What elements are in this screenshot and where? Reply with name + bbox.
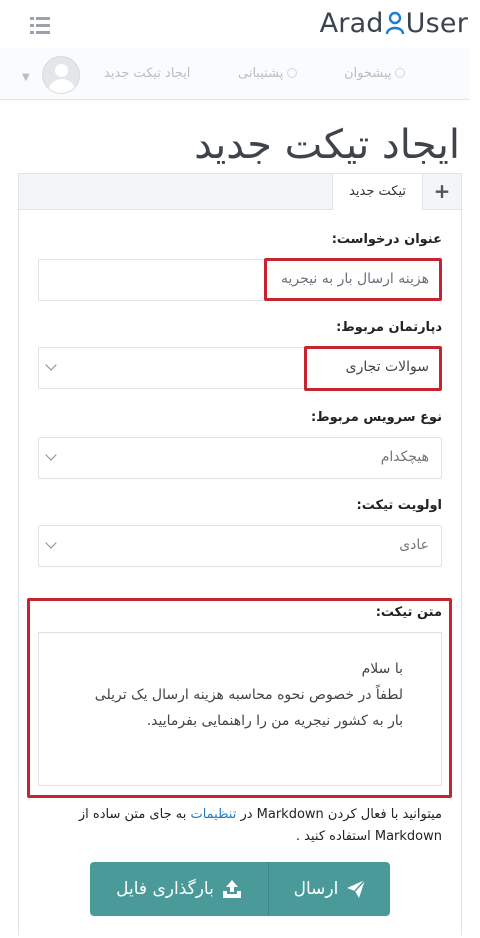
markdown-hint: میتوانید با فعال کردن Markdown در تنظیما… bbox=[32, 804, 442, 826]
chevron-down-icon bbox=[45, 359, 57, 371]
send-icon bbox=[347, 879, 366, 898]
priority-label: اولویت تیکت: bbox=[356, 498, 442, 513]
department-highlight bbox=[304, 346, 442, 391]
menu-icon[interactable] bbox=[30, 16, 50, 36]
service-select[interactable]: هیچکدام bbox=[38, 437, 442, 479]
user-icon bbox=[385, 11, 404, 35]
nav-item-dashboard[interactable]: پیشخوان bbox=[344, 66, 406, 81]
service-value: هیچکدام bbox=[380, 449, 429, 465]
subject-label: عنوان درخواست: bbox=[331, 232, 442, 247]
plus-icon[interactable]: + bbox=[423, 174, 461, 210]
nav-support-label: پشتیبانی bbox=[238, 66, 284, 81]
subject-highlight bbox=[264, 258, 442, 301]
send-button[interactable]: ارسال bbox=[270, 862, 390, 916]
hint-text-2: به جای متن ساده از bbox=[78, 807, 191, 822]
service-label: نوع سرویس مربوط: bbox=[310, 410, 442, 425]
nav-bar: ▼ ایجاد تیکت جدید پشتیبانی پیشخوان bbox=[0, 48, 470, 100]
chevron-down-icon[interactable]: ▼ bbox=[22, 72, 30, 83]
logo-text-left: Arad bbox=[319, 8, 384, 39]
upload-label: بارگذاری فایل bbox=[116, 879, 214, 899]
dashboard-icon bbox=[395, 68, 406, 78]
avatar[interactable] bbox=[42, 56, 80, 94]
chevron-down-icon bbox=[45, 449, 57, 461]
nav-dashboard-label: پیشخوان bbox=[344, 66, 392, 81]
top-bar: Arad User bbox=[0, 0, 480, 48]
upload-icon bbox=[222, 880, 241, 898]
send-label: ارسال bbox=[293, 879, 339, 899]
message-highlight bbox=[27, 598, 452, 798]
panel-tabs: + تیکت جدید bbox=[19, 174, 461, 210]
support-icon bbox=[287, 68, 298, 78]
action-buttons: ارسال بارگذاری فایل bbox=[90, 862, 390, 916]
markdown-hint-line2: Markdown استفاده کنید . bbox=[295, 829, 442, 844]
tab-new-ticket[interactable]: تیکت جدید bbox=[332, 174, 423, 210]
chevron-down-icon bbox=[45, 537, 57, 549]
nav-item-support[interactable]: پشتیبانی bbox=[238, 66, 298, 81]
priority-select[interactable]: عادی bbox=[38, 525, 442, 567]
logo-text-right: User bbox=[405, 8, 468, 39]
hint-text-1: میتوانید با فعال کردن Markdown در bbox=[236, 807, 442, 822]
logo[interactable]: Arad User bbox=[320, 8, 468, 39]
nav-item-new-ticket[interactable]: ایجاد تیکت جدید bbox=[104, 66, 190, 81]
upload-button[interactable]: بارگذاری فایل bbox=[90, 862, 269, 916]
department-label: دپارتمان مربوط: bbox=[336, 320, 442, 335]
settings-link[interactable]: تنظیمات bbox=[190, 807, 236, 822]
page-title: ایجاد تیکت جدید bbox=[194, 122, 460, 168]
priority-value: عادی bbox=[399, 537, 429, 553]
